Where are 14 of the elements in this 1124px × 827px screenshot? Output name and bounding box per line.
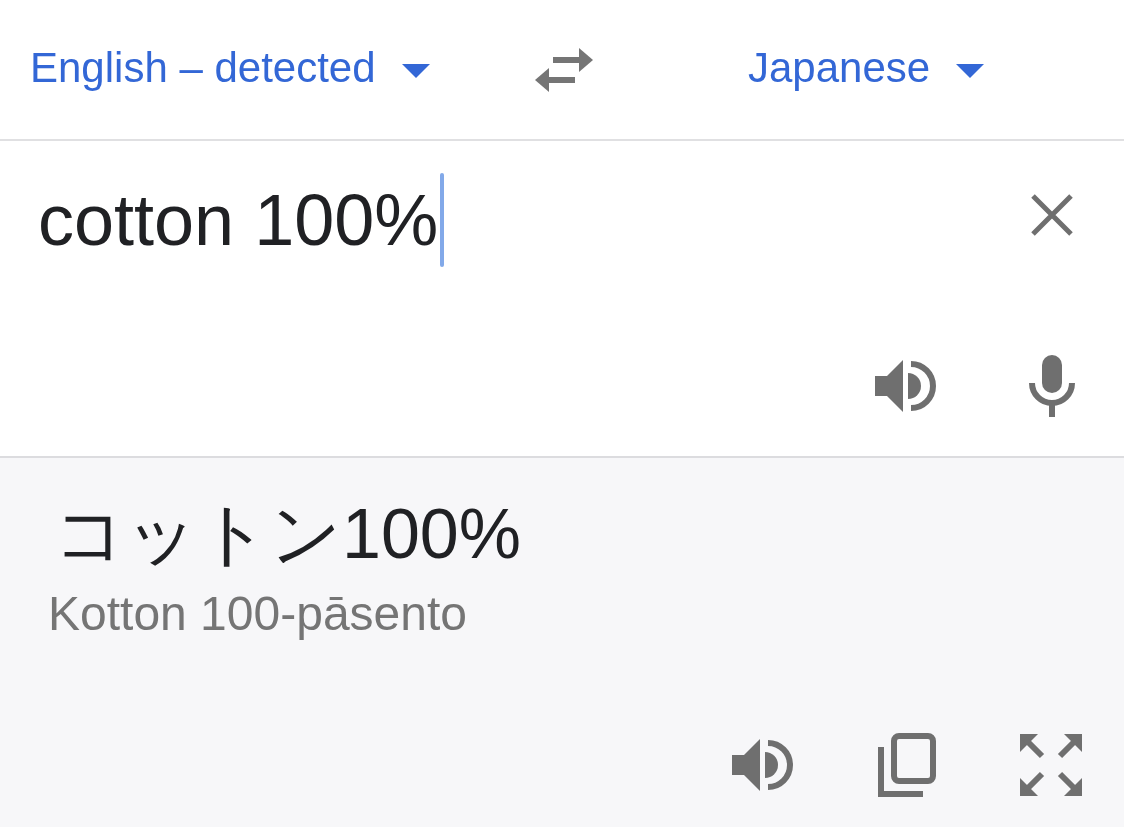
target-language-dropdown[interactable]: Japanese bbox=[748, 42, 985, 93]
speaker-icon[interactable] bbox=[732, 738, 794, 792]
expand-icon[interactable] bbox=[1020, 734, 1082, 796]
copy-icon[interactable] bbox=[878, 733, 936, 797]
source-language-dropdown[interactable]: English – detected bbox=[30, 42, 430, 93]
transliteration-text: Kotton 100-pāsento bbox=[48, 586, 468, 642]
swap-icon[interactable] bbox=[535, 47, 593, 92]
close-icon[interactable] bbox=[1030, 193, 1074, 237]
source-text-field[interactable]: cotton 100% bbox=[38, 173, 439, 267]
caret-icon bbox=[401, 63, 430, 78]
caret-icon bbox=[956, 63, 985, 78]
speaker-icon[interactable] bbox=[875, 359, 937, 413]
microphone-icon[interactable] bbox=[1029, 355, 1075, 417]
translation-text: コットン100% bbox=[53, 494, 523, 574]
